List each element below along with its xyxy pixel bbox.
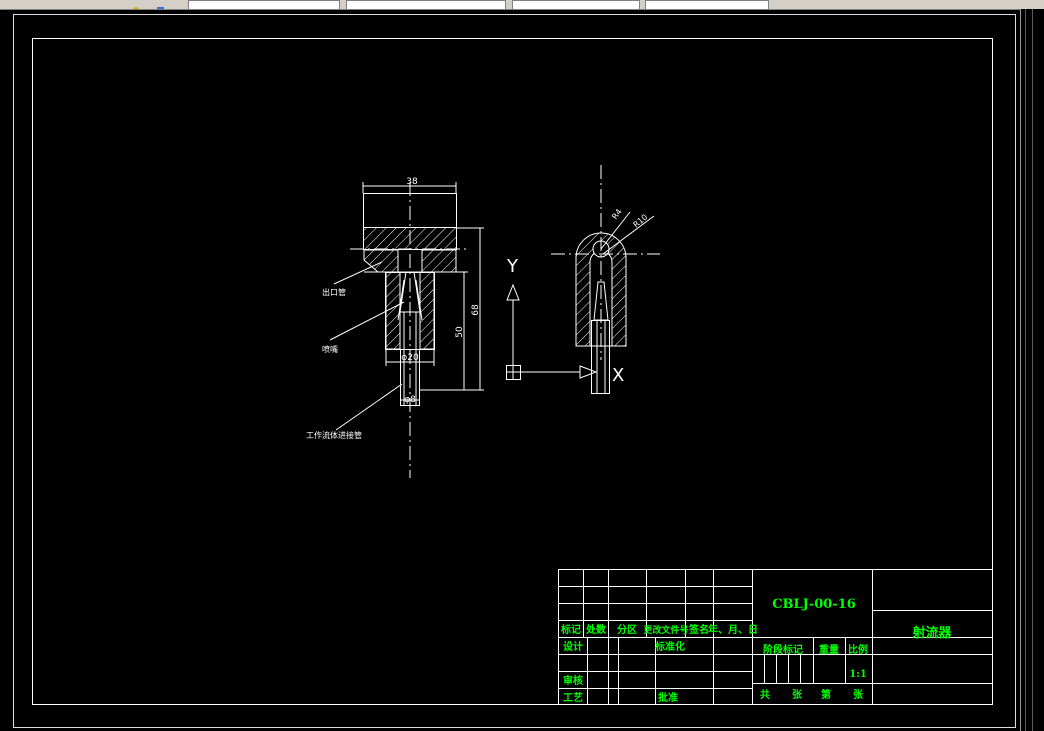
row-design: 设计 (563, 640, 583, 653)
axis-y-label: Y (506, 256, 519, 277)
label-nozzle: 喷嘴 (322, 344, 338, 354)
dim-dia-body: φ20 (401, 353, 419, 363)
row-review: 审核 (563, 674, 583, 687)
scale-value: 1:1 (849, 669, 867, 680)
scale-label: 比例 (848, 643, 868, 656)
dim-height-total: 68 (471, 304, 481, 316)
header-date: 年、月、日 (708, 623, 758, 636)
drawing-canvas[interactable]: 38 68 50 φ20 φ8 出口管 喷嘴 工作流体进接管 Y X R4 R1… (0, 0, 1021, 731)
sheets-unit-2: 张 (853, 688, 864, 701)
header-zone: 分区 (617, 623, 637, 636)
row-approve: 批准 (658, 691, 678, 704)
dim-radius-large: R10 (632, 213, 650, 230)
outer-border (13, 14, 1016, 728)
label-outlet-pipe: 出口管 (322, 287, 346, 297)
header-signature: 签名 (688, 623, 709, 636)
dim-height-body: 50 (455, 326, 465, 338)
front-view: 38 68 50 φ20 φ8 出口管 喷嘴 工作流体进接管 (306, 177, 484, 478)
dim-width-top: 38 (406, 177, 418, 187)
dim-dia-pipe: φ8 (404, 395, 416, 405)
weight-label: 重量 (819, 643, 839, 656)
row-process: 工艺 (563, 691, 583, 704)
sheets-total: 共 (760, 688, 770, 701)
sheets-unit-1: 张 (792, 688, 803, 701)
label-fluid-inlet: 工作流体进接管 (306, 430, 362, 440)
axis-x-label: X (612, 365, 624, 386)
stage-mark: 阶段标记 (763, 643, 803, 656)
header-mark: 标记 (560, 623, 581, 636)
header-change-doc: 更改文件号 (643, 624, 688, 636)
side-view: R4 R10 (551, 165, 660, 394)
part-name: 射流器 (911, 625, 952, 641)
header-count: 处数 (585, 623, 607, 636)
right-edge-panel (1020, 9, 1044, 731)
drawing-number: CBLJ-00-16 (772, 597, 856, 612)
row-standard: 标准化 (654, 640, 685, 653)
sheets-current: 第 (821, 688, 831, 701)
dim-radius-small: R4 (610, 207, 623, 221)
